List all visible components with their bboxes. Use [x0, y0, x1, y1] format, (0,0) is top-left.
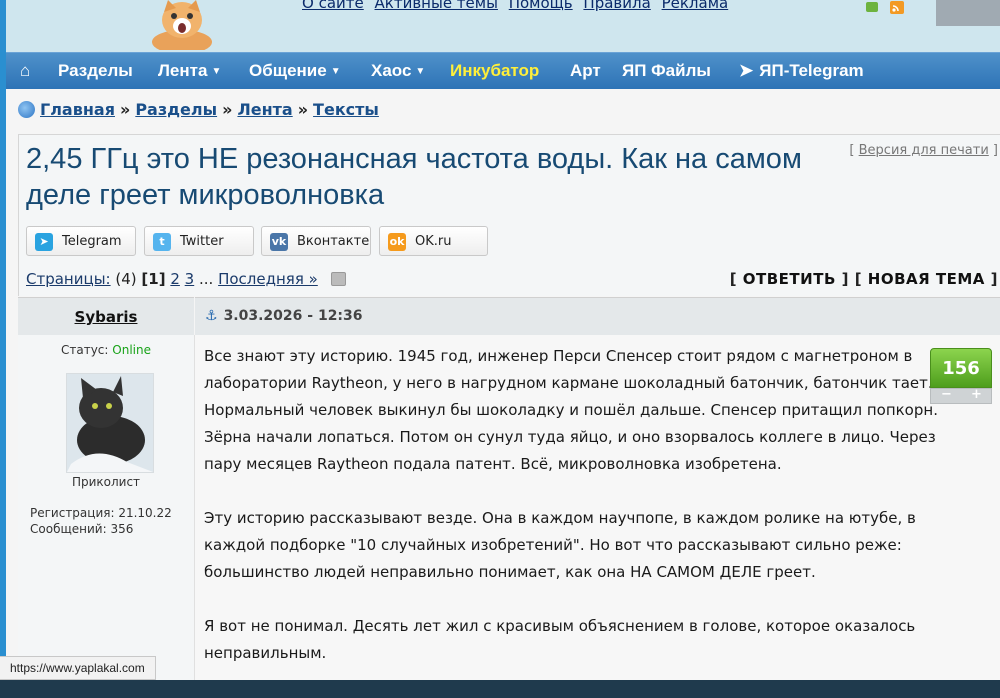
- page-title: 2,45 ГГц это НЕ резонансная частота воды…: [26, 143, 802, 211]
- pages-label[interactable]: Страницы:: [26, 270, 111, 288]
- pagination: Страницы: (4) [1] 2 3 ... Последняя »: [26, 270, 346, 288]
- top-link-rules[interactable]: Правила: [583, 0, 650, 12]
- chevron-down-icon: ▼: [211, 66, 222, 77]
- post-date: ⚓ 3.03.2026 - 12:36: [205, 308, 363, 324]
- topic-header: 2,45 ГГц это НЕ резонансная частота воды…: [18, 134, 1000, 220]
- pages-dropdown-icon[interactable]: [330, 272, 346, 286]
- current-page: [1]: [141, 270, 166, 288]
- browser-status-bar: https://www.yaplakal.com: [0, 656, 156, 680]
- chevron-down-icon: ▼: [415, 66, 426, 77]
- nav-item-communication[interactable]: Общение ▼: [249, 53, 341, 89]
- breadcrumb-feed[interactable]: Лента: [237, 100, 292, 119]
- page-link-3[interactable]: 3: [185, 270, 195, 288]
- rate-down-button[interactable]: −: [941, 387, 952, 402]
- post-paragraph: Я вот не понимал. Десять лет жил с краси…: [204, 617, 916, 662]
- share-ok-button[interactable]: ok OK.ru: [379, 226, 488, 256]
- telegram-icon: ➤: [35, 233, 53, 251]
- top-links: О сайте Активные темы Помощь Правила Рек…: [302, 0, 734, 12]
- main-navbar: ⌂ Разделы Лента ▼ Общение ▼ Хаос ▼ Инкубато…: [6, 52, 1000, 89]
- anchor-icon[interactable]: ⚓: [205, 308, 218, 324]
- post-text: Все знают эту историю. 1945 год, инженер…: [204, 343, 974, 694]
- rss-icons: [864, 0, 910, 19]
- chevron-down-icon: ▼: [330, 66, 341, 77]
- nav-item-feed[interactable]: Лента ▼: [158, 53, 221, 89]
- telegram-icon: ➤: [739, 61, 754, 80]
- post-author-header: Sybaris: [18, 297, 194, 336]
- breadcrumb-texts[interactable]: Тексты: [313, 100, 379, 119]
- breadcrumb: Главная» Разделы» Лента» Тексты: [18, 100, 379, 119]
- page-link-2[interactable]: 2: [170, 270, 180, 288]
- print-version-link-wrap: [ Версия для печати ]: [849, 143, 998, 158]
- share-telegram-button[interactable]: ➤ Telegram: [26, 226, 136, 256]
- reply-button[interactable]: ОТВЕТИТЬ: [743, 270, 836, 288]
- user-status: Статус: Online: [60, 343, 151, 357]
- nav-item-chaos[interactable]: Хаос ▼: [371, 53, 425, 89]
- share-vk-button[interactable]: vk Вконтакте: [261, 226, 371, 256]
- post-body: Все знают эту историю. 1945 год, инженер…: [195, 335, 1000, 680]
- site-header: О сайте Активные темы Помощь Правила Рек…: [6, 0, 1000, 54]
- pages-ellipsis: ...: [199, 270, 214, 288]
- topic-actions: [ ОТВЕТИТЬ ] [ НОВАЯ ТЕМА ]: [729, 270, 998, 288]
- pager-row: Страницы: (4) [1] 2 3 ... Последняя » [ …: [18, 262, 1000, 296]
- pages-total: (4): [115, 270, 137, 288]
- header-search-box[interactable]: [936, 0, 1000, 26]
- top-link-ads[interactable]: Реклама: [662, 0, 729, 12]
- breadcrumb-home[interactable]: Главная: [40, 100, 115, 119]
- breadcrumb-sections[interactable]: Разделы: [135, 100, 217, 119]
- post-paragraph: Эту историю рассказывают везде. Она в ка…: [204, 509, 916, 581]
- home-icon[interactable]: ⌂: [20, 53, 30, 89]
- rating-badge: 156: [930, 348, 992, 388]
- nav-item-incubator[interactable]: Инкубатор: [450, 53, 539, 89]
- ok-icon: ok: [388, 233, 406, 251]
- nav-item-sections[interactable]: Разделы: [58, 53, 133, 89]
- bottom-bar: [0, 680, 1000, 698]
- new-topic-button[interactable]: НОВАЯ ТЕМА: [868, 270, 985, 288]
- print-version-link[interactable]: Версия для печати: [859, 143, 989, 158]
- user-stats: Регистрация: 21.10.22 Сообщений: 356: [30, 505, 172, 537]
- author-name[interactable]: Sybaris: [18, 308, 194, 326]
- user-info-panel: Статус: Online Приколист Регистрация: 21…: [18, 335, 195, 680]
- post-date-header: ⚓ 3.03.2026 - 12:36: [195, 297, 1000, 336]
- avatar[interactable]: [66, 373, 154, 473]
- top-link-active-topics[interactable]: Активные темы: [375, 0, 498, 12]
- twitter-icon: t: [153, 233, 171, 251]
- left-edge-strip: [0, 0, 6, 698]
- nav-item-telegram[interactable]: ➤ ЯП-Telegram: [739, 53, 864, 89]
- nav-item-files[interactable]: ЯП Файлы: [622, 53, 711, 89]
- post-paragraph: Все знают эту историю. 1945 год, инженер…: [204, 347, 938, 473]
- rating-buttons: − +: [930, 387, 992, 404]
- registration-date: Регистрация: 21.10.22: [30, 506, 172, 520]
- nav-item-art[interactable]: Арт: [570, 53, 601, 89]
- top-link-help[interactable]: Помощь: [509, 0, 573, 12]
- breadcrumb-arrow-icon: [18, 101, 35, 118]
- rate-up-button[interactable]: +: [971, 387, 982, 402]
- online-status: Online: [112, 343, 151, 357]
- share-twitter-button[interactable]: t Twitter: [144, 226, 254, 256]
- cat-logo-icon[interactable]: [148, 0, 216, 54]
- share-buttons: ➤ Telegram t Twitter vk Вконтакте ok OK.…: [18, 218, 1000, 262]
- user-rank: Приколист: [71, 475, 141, 489]
- page-link-last[interactable]: Последняя »: [218, 270, 318, 288]
- top-link-about[interactable]: О сайте: [302, 0, 364, 12]
- vk-icon: vk: [270, 233, 288, 251]
- message-count: Сообщений: 356: [30, 522, 134, 536]
